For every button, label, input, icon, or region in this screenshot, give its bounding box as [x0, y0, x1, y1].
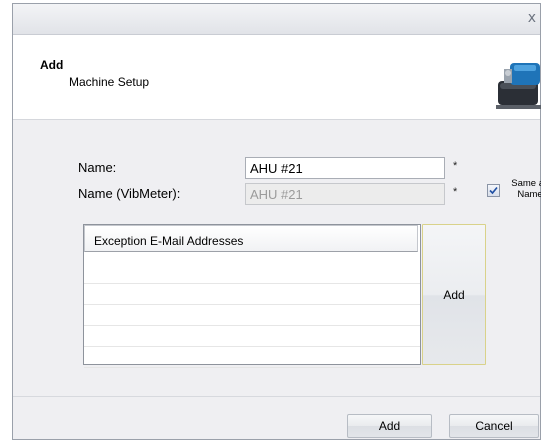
- add-button[interactable]: Add: [347, 414, 432, 438]
- add-machine-dialog: x Add Machine Setup Name: * Name (VibMet…: [12, 3, 541, 440]
- same-as-name-label: Same as Name: [508, 178, 541, 200]
- list-row[interactable]: [84, 326, 420, 347]
- name-input[interactable]: [245, 157, 445, 179]
- header-title: Add: [40, 58, 64, 72]
- checkmark-icon: [489, 186, 498, 195]
- close-icon[interactable]: x: [528, 10, 536, 26]
- list-row[interactable]: [84, 347, 420, 368]
- email-list[interactable]: Exception E-Mail Addresses: [83, 224, 421, 368]
- title-bar: x: [13, 4, 540, 35]
- list-row[interactable]: [84, 284, 420, 305]
- list-row[interactable]: [84, 263, 420, 284]
- pump-icon: [496, 63, 541, 109]
- vibmeter-required-mark: *: [453, 186, 458, 198]
- same-as-line2: Name: [517, 189, 541, 200]
- name-label: Name:: [78, 160, 117, 175]
- footer-divider: [13, 396, 540, 397]
- add-email-button[interactable]: Add: [422, 224, 486, 365]
- name-required-mark: *: [453, 160, 458, 172]
- cancel-button[interactable]: Cancel: [449, 414, 539, 438]
- vibmeter-name-input[interactable]: [245, 183, 445, 205]
- same-as-name-checkbox[interactable]: [487, 184, 500, 197]
- vibmeter-name-label: Name (VibMeter):: [78, 186, 181, 201]
- same-as-line1: Same as: [511, 178, 541, 189]
- header-subtitle: Machine Setup: [69, 75, 150, 89]
- list-row[interactable]: [84, 305, 420, 326]
- dialog-header: Add Machine Setup: [13, 35, 541, 120]
- email-list-header[interactable]: Exception E-Mail Addresses: [84, 225, 418, 252]
